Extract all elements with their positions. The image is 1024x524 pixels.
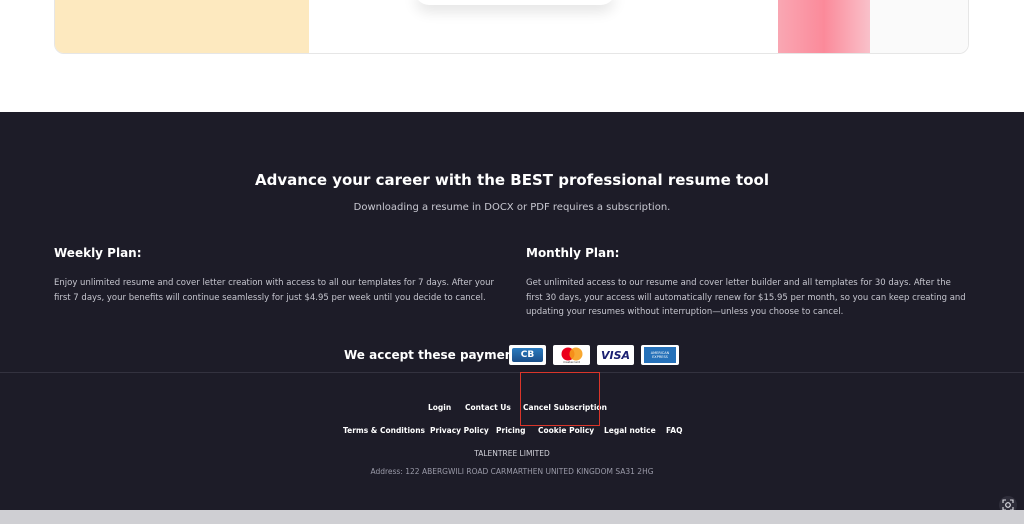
login-link[interactable]: Login — [428, 403, 451, 412]
visa-icon: VISA — [597, 345, 634, 365]
footer-subtitle: Downloading a resume in DOCX or PDF requ… — [353, 202, 671, 213]
template-thumbnail-center — [415, 0, 615, 5]
monthly-plan: Monthly Plan: Get unlimited access to ou… — [526, 246, 970, 320]
contact-us-link[interactable]: Contact Us — [465, 403, 511, 412]
pricing-link[interactable]: Pricing — [496, 426, 526, 435]
amex-icon: AMERICAN EXPRESS — [641, 345, 679, 365]
content-area — [0, 0, 1024, 112]
template-thumbnail-right — [778, 0, 870, 53]
company-name: TALENTREE LIMITED — [474, 449, 550, 458]
monthly-plan-description: Get unlimited access to our resume and c… — [526, 278, 966, 317]
bottom-scroll-bar[interactable] — [0, 510, 1024, 524]
privacy-policy-link[interactable]: Privacy Policy — [430, 426, 489, 435]
footer-divider — [0, 372, 1024, 373]
cancel-subscription-highlight — [520, 372, 600, 426]
terms-conditions-link[interactable]: Terms & Conditions — [343, 426, 425, 435]
payments-label: We accept these payments: — [344, 348, 531, 362]
weekly-plan-title: Weekly Plan: — [54, 246, 142, 260]
template-thumbnail-edge — [870, 0, 968, 53]
faq-link[interactable]: FAQ — [666, 426, 682, 435]
template-preview-card[interactable] — [54, 0, 969, 54]
monthly-plan-title: Monthly Plan: — [526, 246, 620, 260]
mastercard-icon: mastercard — [553, 345, 590, 365]
weekly-plan-description: Enjoy unlimited resume and cover letter … — [54, 278, 494, 303]
legal-notice-link[interactable]: Legal notice — [604, 426, 656, 435]
company-address: Address: 122 ABERGWILI ROAD CARMARTHEN U… — [370, 467, 654, 476]
footer-headline: Advance your career with the BEST profes… — [255, 171, 769, 189]
footer: Advance your career with the BEST profes… — [0, 112, 1024, 524]
template-thumbnail-left — [55, 0, 309, 53]
cookie-policy-link[interactable]: Cookie Policy — [538, 426, 594, 435]
payments-row: We accept these payments: CB mastercard … — [0, 344, 1024, 368]
weekly-plan: Weekly Plan: Enjoy unlimited resume and … — [54, 246, 494, 305]
cb-card-icon: CB — [509, 345, 546, 365]
